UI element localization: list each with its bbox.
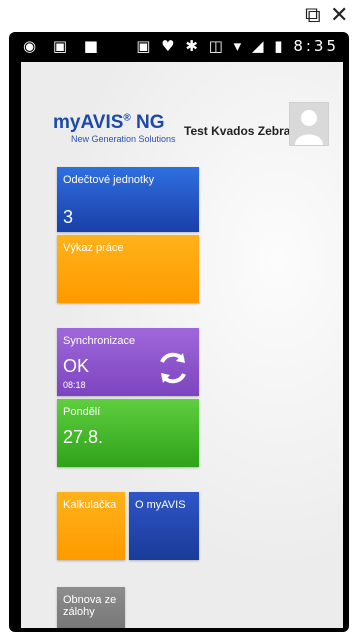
tile-title: O myAVIS (135, 499, 186, 511)
tile-value: 3 (63, 207, 74, 227)
window-toolbar: ⧉ ✕ (0, 0, 358, 30)
app-screen: myAVIS® NG New Generation Solutions Test… (21, 62, 343, 628)
status-bar: ◉ ▣ ■ ▣ ♥ ✱ ◫ ▾ ◢ ▮ 8:35 (9, 32, 349, 60)
status-time: 8:35 (293, 37, 339, 55)
tile-value: 27.8. (63, 427, 104, 447)
tile-kalkulacka[interactable]: Kalkulačka (57, 492, 125, 560)
user-avatar-icon (295, 110, 323, 145)
close-icon[interactable]: ✕ (330, 2, 348, 28)
tile-vykaz-prace[interactable]: Výkaz práce (57, 235, 199, 303)
status-left-icons: ◉ ▣ ■ (23, 37, 104, 55)
phone-device: ◉ ▣ ■ ▣ ♥ ✱ ◫ ▾ ◢ ▮ 8:35 myAVIS® NG New … (9, 32, 349, 632)
tile-title: Kalkulačka (63, 499, 117, 511)
logo-ng: NG (130, 112, 165, 133)
tile-title: Odečtové jednotky (63, 174, 155, 186)
app-frame: ⧉ ✕ ◉ ▣ ■ ▣ ♥ ✱ ◫ ▾ ◢ ▮ 8:35 myAVIS® NG … (0, 0, 358, 637)
tile-obnova-ze-zalohy[interactable]: Obnova ze zálohy (57, 587, 125, 628)
tile-odectove-jednotky[interactable]: Odečtové jednotky 3 (57, 167, 199, 232)
tile-title: Synchronizace (63, 335, 136, 347)
status-right-icons: ▣ ♥ ✱ ◫ ▾ ◢ ▮ (136, 37, 286, 55)
popout-icon[interactable]: ⧉ (305, 2, 321, 28)
user-name: Test Kvados Zebra (184, 124, 291, 138)
tile-value: OK (63, 356, 90, 376)
tile-title: Pondělí (63, 406, 101, 418)
tile-pondeli[interactable]: Pondělí 27.8. (57, 399, 199, 467)
tile-title: Výkaz práce (63, 242, 124, 254)
status-right: ▣ ♥ ✱ ◫ ▾ ◢ ▮ 8:35 (136, 37, 339, 55)
tile-o-myavis[interactable]: O myAVIS (129, 492, 199, 560)
logo-text: myAVIS (53, 112, 124, 133)
sync-time: 08:18 (63, 380, 86, 390)
avatar[interactable] (289, 102, 329, 146)
app-logo: myAVIS® NG (53, 112, 165, 134)
logo-reg: ® (123, 112, 131, 124)
tile-synchronizace[interactable]: Synchronizace OK 08:18 (57, 328, 199, 396)
logo-subtitle: New Generation Solutions (71, 134, 176, 144)
tile-title: Obnova ze zálohy (63, 594, 117, 618)
sync-icon (160, 352, 186, 384)
